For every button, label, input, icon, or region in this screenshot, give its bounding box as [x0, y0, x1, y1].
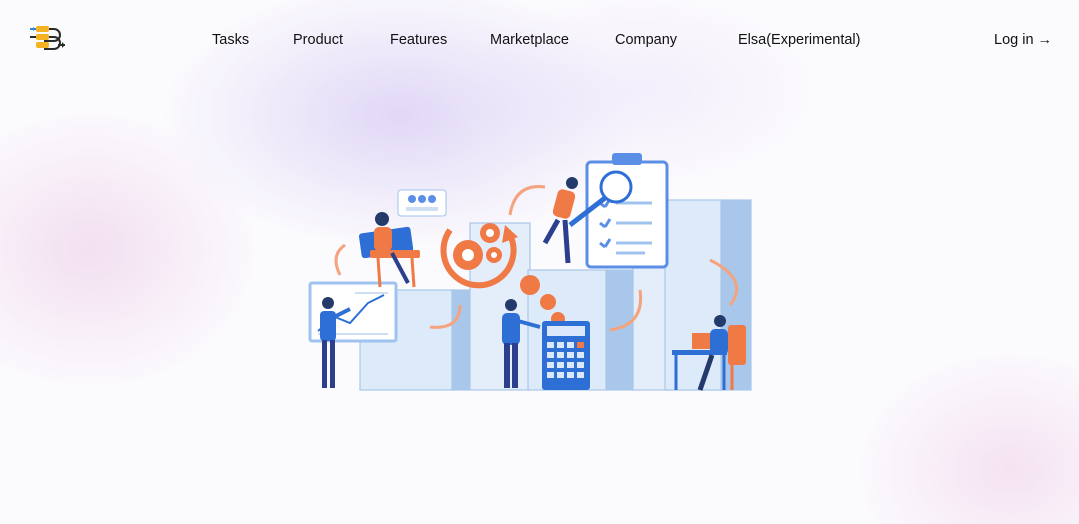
top-navigation: Tasks Product Features Marketplace Compa… — [0, 0, 1079, 78]
nav-item-company[interactable]: Company — [615, 31, 677, 49]
calculator-icon — [542, 321, 590, 390]
clipboard-checklist-icon — [568, 153, 669, 269]
nav-item-product[interactable]: Product — [293, 31, 343, 49]
nav-item-elsa[interactable]: Elsa(Experimental) — [738, 31, 861, 49]
logo-icon[interactable] — [30, 24, 66, 54]
person-with-laptop-icon — [358, 212, 420, 288]
nav-item-marketplace[interactable]: Marketplace — [490, 31, 569, 49]
hero-illustration — [300, 145, 760, 397]
nav-item-features[interactable]: Features — [390, 31, 447, 49]
nav-item-tasks[interactable]: Tasks — [212, 31, 249, 49]
login-link[interactable]: Log in → — [994, 31, 1052, 49]
floating-dashboard-icon — [397, 189, 447, 217]
